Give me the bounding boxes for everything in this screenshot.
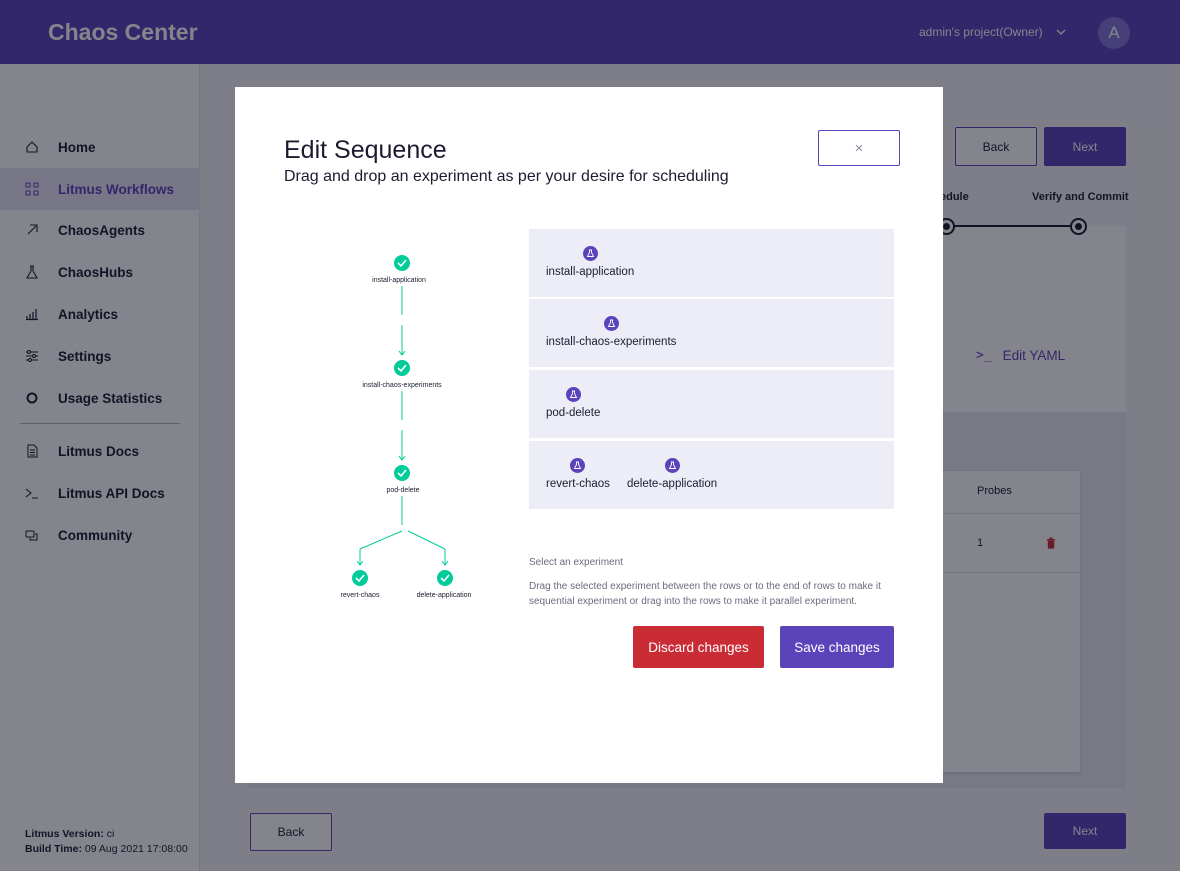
select-experiment-title: Select an experiment bbox=[529, 557, 623, 568]
discard-changes-button[interactable]: Discard changes bbox=[633, 626, 764, 668]
graph-node[interactable]: pod-delete bbox=[386, 465, 420, 494]
edit-sequence-modal: Edit Sequence Drag and drop an experimen… bbox=[235, 87, 943, 783]
flask-icon bbox=[582, 246, 598, 261]
sequence-row[interactable]: install-chaos-experiments bbox=[529, 299, 894, 367]
save-changes-button[interactable]: Save changes bbox=[780, 626, 894, 668]
experiment-name: install-chaos-experiments bbox=[546, 336, 677, 348]
graph-node-label: delete-application bbox=[417, 592, 472, 599]
experiment-chip[interactable]: install-application bbox=[546, 246, 634, 278]
graph-node[interactable]: delete-application bbox=[417, 570, 472, 599]
close-button[interactable]: × bbox=[818, 130, 900, 166]
experiment-name: revert-chaos bbox=[546, 478, 610, 490]
experiment-chip[interactable]: revert-chaos bbox=[546, 458, 610, 490]
experiment-chip[interactable]: install-chaos-experiments bbox=[546, 316, 676, 348]
sequence-row[interactable]: install-application bbox=[529, 229, 894, 297]
workflow-graph: install-application install-chaos-experi… bbox=[341, 255, 472, 599]
sequence-row[interactable]: revert-chaos delete-application bbox=[529, 441, 894, 509]
sequence-row[interactable]: pod-delete bbox=[529, 370, 894, 438]
select-experiment-description: Drag the selected experiment between the… bbox=[529, 581, 881, 607]
graph-node[interactable]: install-application bbox=[372, 255, 426, 284]
flask-icon bbox=[570, 458, 586, 473]
experiment-chip[interactable]: pod-delete bbox=[546, 387, 600, 419]
graph-node[interactable]: install-chaos-experiments bbox=[362, 360, 442, 389]
graph-node-label: install-chaos-experiments bbox=[362, 382, 442, 389]
experiment-name: install-application bbox=[546, 266, 635, 278]
flask-icon bbox=[664, 458, 680, 473]
graph-node-label: pod-delete bbox=[386, 487, 419, 494]
flask-icon bbox=[603, 316, 619, 331]
graph-node-label: install-application bbox=[372, 277, 426, 284]
graph-node-label: revert-chaos bbox=[341, 592, 380, 599]
experiment-name: pod-delete bbox=[546, 407, 601, 419]
experiment-chip[interactable]: delete-application bbox=[627, 458, 717, 490]
graph-node[interactable]: revert-chaos bbox=[341, 570, 380, 599]
close-icon: × bbox=[854, 139, 864, 157]
experiment-name: delete-application bbox=[627, 478, 718, 490]
flask-icon bbox=[565, 387, 581, 402]
